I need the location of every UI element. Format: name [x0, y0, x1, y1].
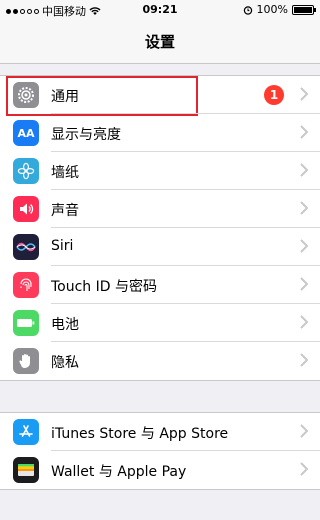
chevron-right-icon: [300, 87, 308, 101]
chevron-right-icon: [300, 315, 308, 329]
settings-row-label: 声音: [51, 203, 79, 219]
display-brightness-icon: AA: [13, 120, 39, 146]
battery-icon: [13, 310, 39, 336]
settings-row-itunes-app-store[interactable]: iTunes Store 与 App Store: [0, 413, 320, 451]
settings-row-siri[interactable]: Siri: [0, 227, 320, 266]
settings-row-battery[interactable]: 电池: [0, 303, 320, 342]
wallet-icon: [13, 457, 39, 483]
battery-percent: 100%: [256, 3, 288, 16]
chevron-right-icon: [300, 239, 308, 253]
speaker-icon: [13, 196, 39, 222]
settings-row-label: 隐私: [51, 355, 79, 371]
status-right: 100%: [243, 3, 316, 16]
alarm-icon: [243, 5, 252, 15]
app-store-icon: [13, 419, 39, 445]
settings-group-main: 通用 1 AA 显示与亮度 墙纸 声音 Siri Touch ID 与密码 电池…: [0, 75, 320, 381]
chevron-right-icon: [300, 201, 308, 215]
battery-status-icon: [292, 4, 316, 15]
siri-icon: [13, 234, 39, 260]
settings-row-label: 电池: [51, 317, 79, 333]
chevron-right-icon: [300, 462, 308, 476]
page-title: 设置: [144, 33, 175, 51]
chevron-right-icon: [300, 163, 308, 177]
highlight-box: [6, 76, 198, 116]
chevron-right-icon: [300, 125, 308, 139]
settings-group-stores: iTunes Store 与 App Store Wallet 与 Apple …: [0, 412, 320, 490]
chevron-right-icon: [300, 424, 308, 438]
settings-row-display-brightness[interactable]: AA 显示与亮度: [0, 113, 320, 152]
chevron-right-icon: [300, 353, 308, 367]
settings-row-label: Touch ID 与密码: [51, 279, 157, 295]
wallpaper-flower-icon: [13, 158, 39, 184]
notification-badge: 1: [264, 85, 284, 105]
settings-row-sounds[interactable]: 声音: [0, 189, 320, 228]
settings-row-label: 显示与亮度: [51, 127, 121, 143]
settings-row-label: 墙纸: [51, 165, 79, 181]
settings-row-label: Siri: [51, 238, 74, 254]
hand-icon: [13, 348, 39, 374]
settings-row-wallpaper[interactable]: 墙纸: [0, 151, 320, 190]
settings-row-privacy[interactable]: 隐私: [0, 341, 320, 380]
settings-row-wallet-apple-pay[interactable]: Wallet 与 Apple Pay: [0, 450, 320, 489]
chevron-right-icon: [300, 277, 308, 291]
settings-row-touch-id-passcode[interactable]: Touch ID 与密码: [0, 265, 320, 304]
fingerprint-icon: [13, 272, 39, 298]
settings-row-label: Wallet 与 Apple Pay: [51, 464, 187, 480]
status-bar: 中国移动 09:21 100%: [0, 0, 320, 20]
navigation-bar: 设置: [0, 20, 320, 64]
settings-row-label: iTunes Store 与 App Store: [51, 426, 229, 442]
settings-row-general[interactable]: 通用 1: [0, 76, 320, 116]
